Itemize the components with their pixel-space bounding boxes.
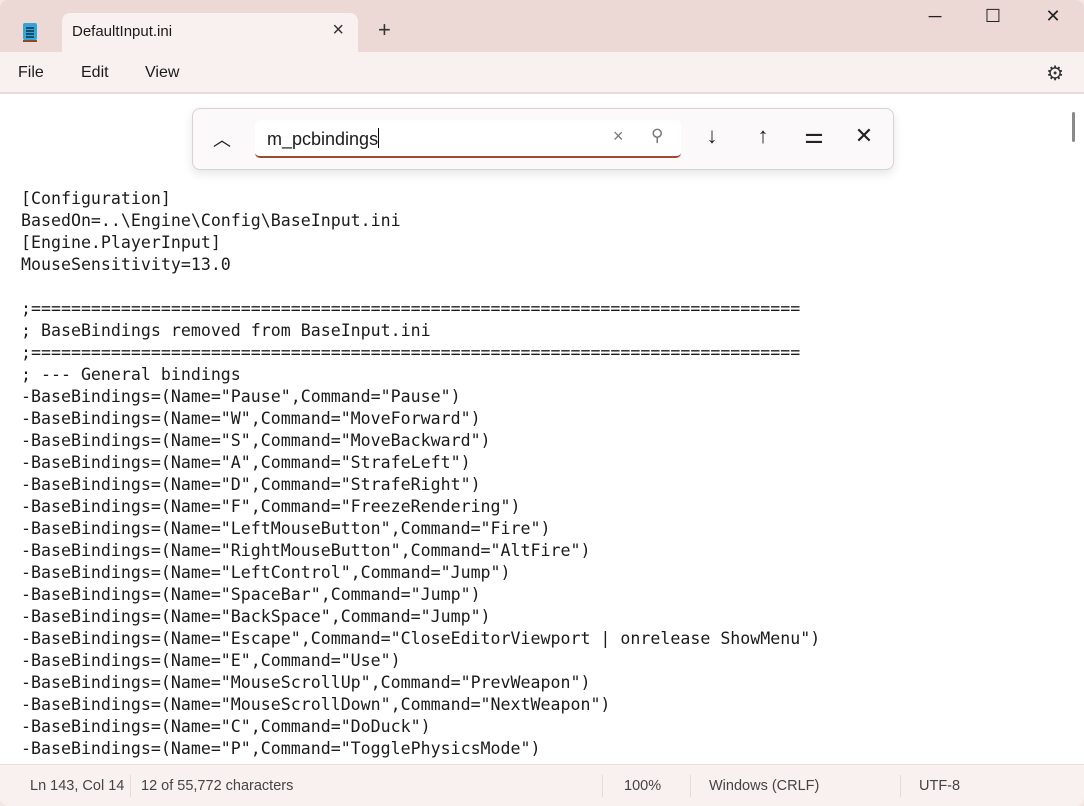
editor-line: ;=======================================… — [21, 343, 801, 362]
menu-view[interactable]: View — [145, 64, 179, 82]
text-editor[interactable]: [Configuration] BasedOn=..\Engine\Config\… — [0, 94, 1084, 764]
find-previous-arrow-up-icon[interactable]: ↑ — [748, 123, 778, 149]
close-tab-icon[interactable]: × — [332, 19, 344, 42]
settings-gear-icon[interactable]: ⚙ — [1046, 61, 1064, 86]
encoding[interactable]: UTF-8 — [919, 778, 960, 794]
editor-line: -BaseBindings=(Name="LeftControl",Comman… — [21, 563, 511, 582]
tab-defaultinput[interactable]: DefaultInput.ini × — [62, 13, 358, 53]
editor-line: -BaseBindings=(Name="MouseScrollUp",Comm… — [21, 673, 591, 692]
search-options-sliders-icon[interactable]: ⚌ — [799, 123, 829, 149]
editor-line: -BaseBindings=(Name="S",Command="MoveBac… — [21, 431, 491, 450]
title-bar: DefaultInput.ini × + ─ ☐ ✕ — [0, 0, 1084, 53]
editor-line: -BaseBindings=(Name="LeftMouseButton",Co… — [21, 519, 551, 538]
notepad-window: DefaultInput.ini × + ─ ☐ ✕ File Edit Vie… — [0, 0, 1084, 806]
find-input[interactable]: m_pcbindings × ⚲ — [255, 120, 681, 158]
status-bar: Ln 143, Col 14 12 of 55,772 characters 1… — [0, 764, 1084, 806]
find-bar: ︿ m_pcbindings × ⚲ ↓ ↑ ⚌ ✕ — [192, 108, 894, 170]
tab-label: DefaultInput.ini — [72, 23, 173, 40]
editor-line: ;=======================================… — [21, 299, 801, 318]
editor-line: -BaseBindings=(Name="RightMouseButton",C… — [21, 541, 591, 560]
editor-line: -BaseBindings=(Name="W",Command="MoveFor… — [21, 409, 481, 428]
editor-line: -BaseBindings=(Name="Escape",Command="Cl… — [21, 629, 821, 648]
editor-line: -BaseBindings=(Name="D",Command="StrafeR… — [21, 475, 481, 494]
editor-line: -BaseBindings=(Name="A",Command="StrafeL… — [21, 453, 471, 472]
editor-line: -BaseBindings=(Name="E",Command="Use") — [21, 651, 401, 670]
menu-edit[interactable]: Edit — [81, 64, 109, 82]
character-count: 12 of 55,772 characters — [141, 778, 294, 794]
search-icon[interactable]: ⚲ — [651, 126, 663, 146]
find-input-value: m_pcbindings — [267, 129, 379, 149]
editor-line: ; BaseBindings removed from BaseInput.in… — [21, 321, 431, 340]
vertical-scrollbar[interactable] — [1072, 112, 1075, 142]
editor-line: MouseSensitivity=13.0 — [21, 255, 231, 274]
editor-line: -BaseBindings=(Name="P",Command="ToggleP… — [21, 739, 541, 758]
find-next-arrow-down-icon[interactable]: ↓ — [697, 123, 727, 149]
editor-line: -BaseBindings=(Name="F",Command="FreezeR… — [21, 497, 521, 516]
editor-line: [Engine.PlayerInput] — [21, 233, 221, 252]
collapse-replace-chevron-up-icon[interactable]: ︿ — [207, 126, 237, 152]
close-find-icon[interactable]: ✕ — [849, 123, 879, 149]
cursor-position: Ln 143, Col 14 — [30, 778, 125, 794]
editor-line: -BaseBindings=(Name="Pause",Command="Pau… — [21, 387, 461, 406]
menu-file[interactable]: File — [18, 64, 44, 82]
menu-bar: File Edit View ⚙ — [0, 52, 1084, 93]
minimize-button[interactable]: ─ — [912, 6, 958, 27]
close-window-button[interactable]: ✕ — [1030, 6, 1076, 27]
editor-line: -BaseBindings=(Name="SpaceBar",Command="… — [21, 585, 481, 604]
editor-line: -BaseBindings=(Name="MouseScrollDown",Co… — [21, 695, 611, 714]
new-tab-button[interactable]: + — [378, 17, 391, 43]
line-ending[interactable]: Windows (CRLF) — [709, 778, 819, 794]
zoom-level[interactable]: 100% — [624, 778, 661, 794]
maximize-button[interactable]: ☐ — [970, 6, 1016, 27]
editor-line: ; --- General bindings — [21, 365, 241, 384]
editor-line: -BaseBindings=(Name="BackSpace",Command=… — [21, 607, 491, 626]
notepad-icon — [22, 21, 38, 42]
editor-line: [Configuration] — [21, 189, 171, 208]
editor-line: BasedOn=..\Engine\Config\BaseInput.ini — [21, 211, 401, 230]
editor-line: -BaseBindings=(Name="C",Command="DoDuck"… — [21, 717, 431, 736]
editor-content[interactable]: [Configuration] BasedOn=..\Engine\Config\… — [21, 188, 820, 760]
clear-search-icon[interactable]: × — [613, 126, 624, 147]
